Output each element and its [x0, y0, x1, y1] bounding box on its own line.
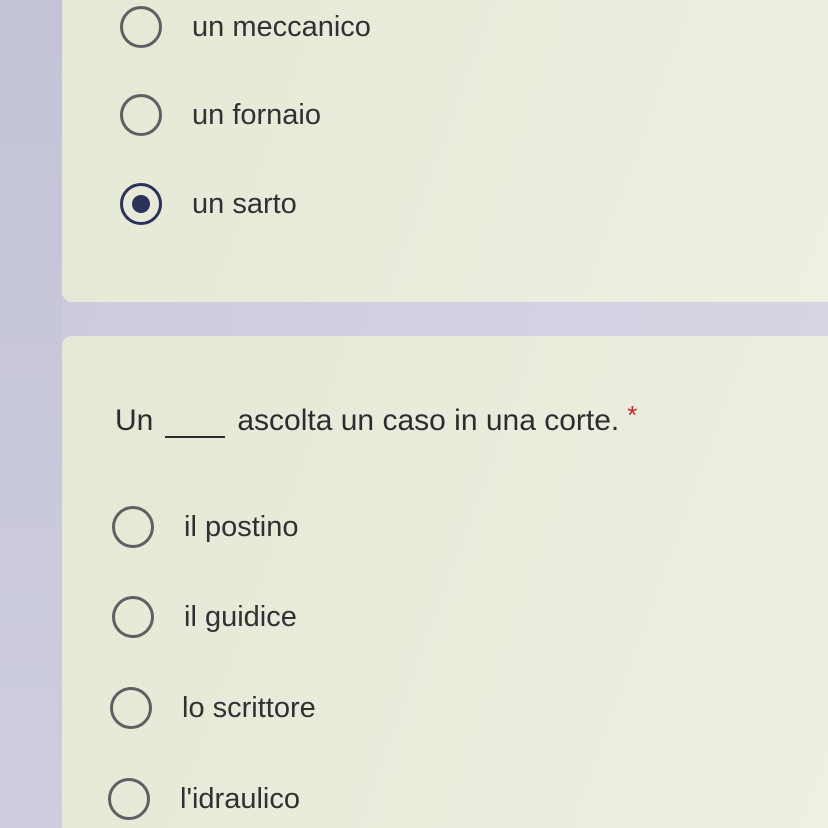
option-un-fornaio[interactable]: un fornaio [120, 92, 321, 138]
option-label: il guidice [184, 600, 297, 633]
radio-button-unselected[interactable] [112, 596, 154, 638]
option-label: l'idraulico [180, 782, 300, 815]
radio-selected-dot [132, 195, 150, 213]
radio-button-unselected[interactable] [120, 6, 162, 48]
radio-button-unselected[interactable] [108, 778, 150, 820]
radio-button-unselected[interactable] [120, 94, 162, 136]
option-label: un meccanico [192, 10, 371, 43]
option-l-idraulico[interactable]: l'idraulico [108, 776, 300, 822]
question-title: Un ascolta un caso in una corte. * [115, 392, 637, 438]
question-text-after: ascolta un caso in una corte. [237, 404, 620, 437]
required-asterisk: * [627, 400, 638, 430]
option-un-sarto[interactable]: un sarto [120, 181, 297, 227]
question-text-before: Un [115, 404, 154, 437]
option-label: un sarto [192, 187, 297, 220]
option-label: il postino [184, 510, 299, 543]
option-label: un fornaio [192, 98, 321, 131]
radio-button-selected[interactable] [120, 183, 162, 225]
option-un-meccanico[interactable]: un meccanico [120, 4, 371, 50]
option-il-guidice[interactable]: il guidice [112, 594, 297, 640]
page-background-strip [0, 0, 62, 828]
radio-button-unselected[interactable] [110, 687, 152, 729]
option-il-postino[interactable]: il postino [112, 504, 298, 550]
option-lo-scrittore[interactable]: lo scrittore [110, 685, 316, 731]
radio-button-unselected[interactable] [112, 506, 154, 548]
question-blank [165, 400, 226, 438]
option-label: lo scrittore [182, 691, 316, 724]
